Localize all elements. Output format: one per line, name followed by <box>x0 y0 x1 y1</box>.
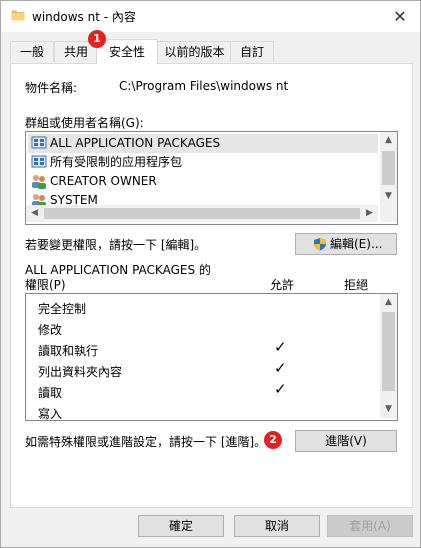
groups-label: 群組或使用者名稱(G): <box>25 116 144 130</box>
tab-previous-versions[interactable]: 以前的版本 <box>157 41 232 62</box>
group-name: CREATOR OWNER <box>50 174 157 188</box>
title-bar: windows nt - 內容 ✕ <box>1 1 420 32</box>
cancel-button[interactable]: 取消 <box>234 515 320 537</box>
tab-security[interactable]: 安全性 <box>96 39 158 64</box>
permission-read: 讀取 <box>38 386 63 400</box>
advanced-hint: 如需特殊權限或進階設定，請按一下 [進階]。 <box>25 435 267 449</box>
scroll-thumb[interactable] <box>44 208 360 219</box>
scroll-up-icon[interactable]: ▲ <box>380 132 397 149</box>
permissions-vertical-scrollbar[interactable]: ▲ ▼ <box>380 294 397 418</box>
permissions-list[interactable]: 完全控制 修改 讀取和執行 ✓ 列出資料夾內容 ✓ 讀取 ✓ 寫入 ▲ ▼ <box>25 293 398 421</box>
scroll-up-icon[interactable]: ▲ <box>380 294 397 311</box>
close-button[interactable]: ✕ <box>380 1 420 32</box>
groups-list[interactable]: ALL APPLICATION PACKAGES 所有受限制的应用程序包 CRE… <box>25 131 398 225</box>
close-icon: ✕ <box>393 7 407 26</box>
folder-icon <box>11 10 25 21</box>
properties-window: windows nt - 內容 ✕ 一般 共用 安全性 以前的版本 自訂 1 物… <box>0 0 421 548</box>
tab-general[interactable]: 一般 <box>10 41 54 62</box>
allow-check-icon: ✓ <box>274 380 287 398</box>
scroll-thumb[interactable] <box>382 312 395 391</box>
allow-check-icon: ✓ <box>274 338 287 356</box>
security-panel: 物件名稱: C:\Program Files\windows nt 群組或使用者… <box>10 63 413 508</box>
permission-full-control: 完全控制 <box>38 302 87 316</box>
permission-read-execute: 讀取和執行 <box>38 344 99 358</box>
permission-modify: 修改 <box>38 323 63 337</box>
groups-vertical-scrollbar[interactable]: ▲ ▼ <box>380 132 397 205</box>
object-name-label: 物件名稱: <box>25 81 78 95</box>
scroll-down-icon[interactable]: ▼ <box>380 401 397 418</box>
step-badge-1: 1 <box>88 30 106 48</box>
scroll-corner <box>380 205 397 222</box>
deny-column-header: 拒絕 <box>344 278 369 292</box>
advanced-button[interactable]: 進階(V) <box>295 430 397 452</box>
scroll-left-icon[interactable]: ◀ <box>26 205 43 222</box>
allow-check-icon: ✓ <box>274 359 287 377</box>
apply-button[interactable]: 套用(A) <box>327 515 413 537</box>
permission-write: 寫入 <box>38 407 63 421</box>
group-item-all-app-packages[interactable]: ALL APPLICATION PACKAGES <box>28 134 378 153</box>
group-name: ALL APPLICATION PACKAGES <box>50 136 221 150</box>
group-item-creator-owner[interactable]: CREATOR OWNER <box>28 172 378 191</box>
ok-button[interactable]: 確定 <box>138 515 224 537</box>
scroll-down-icon[interactable]: ▼ <box>380 188 397 205</box>
app-packages-icon <box>31 136 47 149</box>
edit-button[interactable]: 編輯(E)... <box>295 233 397 255</box>
permission-list-folder: 列出資料夾內容 <box>38 365 123 379</box>
permissions-header-line2: 權限(P) <box>25 278 66 292</box>
app-packages-icon <box>31 155 47 168</box>
shield-icon <box>314 238 326 251</box>
edit-button-label: 編輯(E)... <box>330 237 383 251</box>
edit-hint: 若要變更權限，請按一下 [編輯]。 <box>25 238 207 252</box>
group-name: 所有受限制的应用程序包 <box>50 155 183 169</box>
allow-column-header: 允許 <box>270 278 295 292</box>
groups-horizontal-scrollbar[interactable]: ◀ ▶ <box>26 205 378 222</box>
tab-customize[interactable]: 自訂 <box>230 41 274 62</box>
scroll-thumb[interactable] <box>382 151 395 185</box>
group-item-restricted-packages[interactable]: 所有受限制的应用程序包 <box>28 153 378 172</box>
scroll-right-icon[interactable]: ▶ <box>361 205 378 222</box>
step-badge-2: 2 <box>264 431 282 449</box>
window-title: windows nt - 內容 <box>32 10 136 24</box>
object-name-value: C:\Program Files\windows nt <box>119 79 289 93</box>
users-icon <box>32 175 46 189</box>
